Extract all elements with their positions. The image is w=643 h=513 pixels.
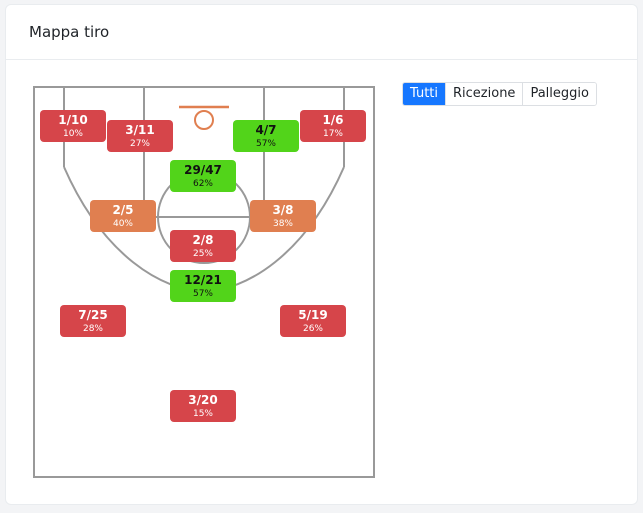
zone-made: 3/20 <box>188 393 218 407</box>
shot-map-card: Mappa tiro 1/10 10% 3/11 27% 4/7 57% 1/6… <box>5 4 638 505</box>
zone-made: 1/6 <box>322 113 344 127</box>
zone-deep-three[interactable]: 3/20 15% <box>170 390 236 422</box>
zone-made: 2/8 <box>192 233 214 247</box>
zone-made: 3/8 <box>272 203 294 217</box>
zone-made: 7/25 <box>78 308 108 322</box>
zone-pct: 57% <box>255 139 276 149</box>
zone-made: 1/10 <box>58 113 88 127</box>
shot-type-filter: Tutti Ricezione Palleggio <box>402 82 597 106</box>
zone-made: 5/19 <box>298 308 328 322</box>
rim <box>194 110 214 130</box>
filter-button-tutti[interactable]: Tutti <box>403 83 446 105</box>
zone-pct: 26% <box>302 324 323 334</box>
zone-top-key[interactable]: 12/21 57% <box>170 270 236 302</box>
zone-pct: 40% <box>112 219 133 229</box>
zone-free-throw[interactable]: 2/8 25% <box>170 230 236 262</box>
zone-paint[interactable]: 29/47 62% <box>170 160 236 192</box>
zone-made: 12/21 <box>184 273 222 287</box>
zone-made: 3/11 <box>125 123 155 137</box>
zone-left-corner[interactable]: 1/10 10% <box>40 110 106 142</box>
zone-made: 29/47 <box>184 163 222 177</box>
zone-made: 2/5 <box>112 203 134 217</box>
zone-pct: 28% <box>82 324 103 334</box>
zone-pct: 57% <box>192 289 213 299</box>
filter-button-palleggio[interactable]: Palleggio <box>522 83 596 105</box>
zone-pct: 25% <box>192 249 213 259</box>
card-header: Mappa tiro <box>6 5 637 60</box>
card-title: Mappa tiro <box>29 23 110 41</box>
zone-right-baseline[interactable]: 4/7 57% <box>233 120 299 152</box>
zone-left-wing-mid[interactable]: 2/5 40% <box>90 200 156 232</box>
zone-right-wing-mid[interactable]: 3/8 38% <box>250 200 316 232</box>
zone-right-corner[interactable]: 1/6 17% <box>300 110 366 142</box>
zone-pct: 15% <box>192 409 213 419</box>
zone-pct: 17% <box>322 129 343 139</box>
filter-button-ricezione[interactable]: Ricezione <box>445 83 523 105</box>
court: 1/10 10% 3/11 27% 4/7 57% 1/6 17% 29/47 … <box>33 86 375 478</box>
zone-made: 4/7 <box>255 123 277 137</box>
zone-right-wing-three[interactable]: 5/19 26% <box>280 305 346 337</box>
zone-pct: 27% <box>129 139 150 149</box>
zone-pct: 62% <box>192 179 213 189</box>
zone-pct: 38% <box>272 219 293 229</box>
zone-left-baseline[interactable]: 3/11 27% <box>107 120 173 152</box>
zone-left-wing-three[interactable]: 7/25 28% <box>60 305 126 337</box>
zone-pct: 10% <box>62 129 83 139</box>
